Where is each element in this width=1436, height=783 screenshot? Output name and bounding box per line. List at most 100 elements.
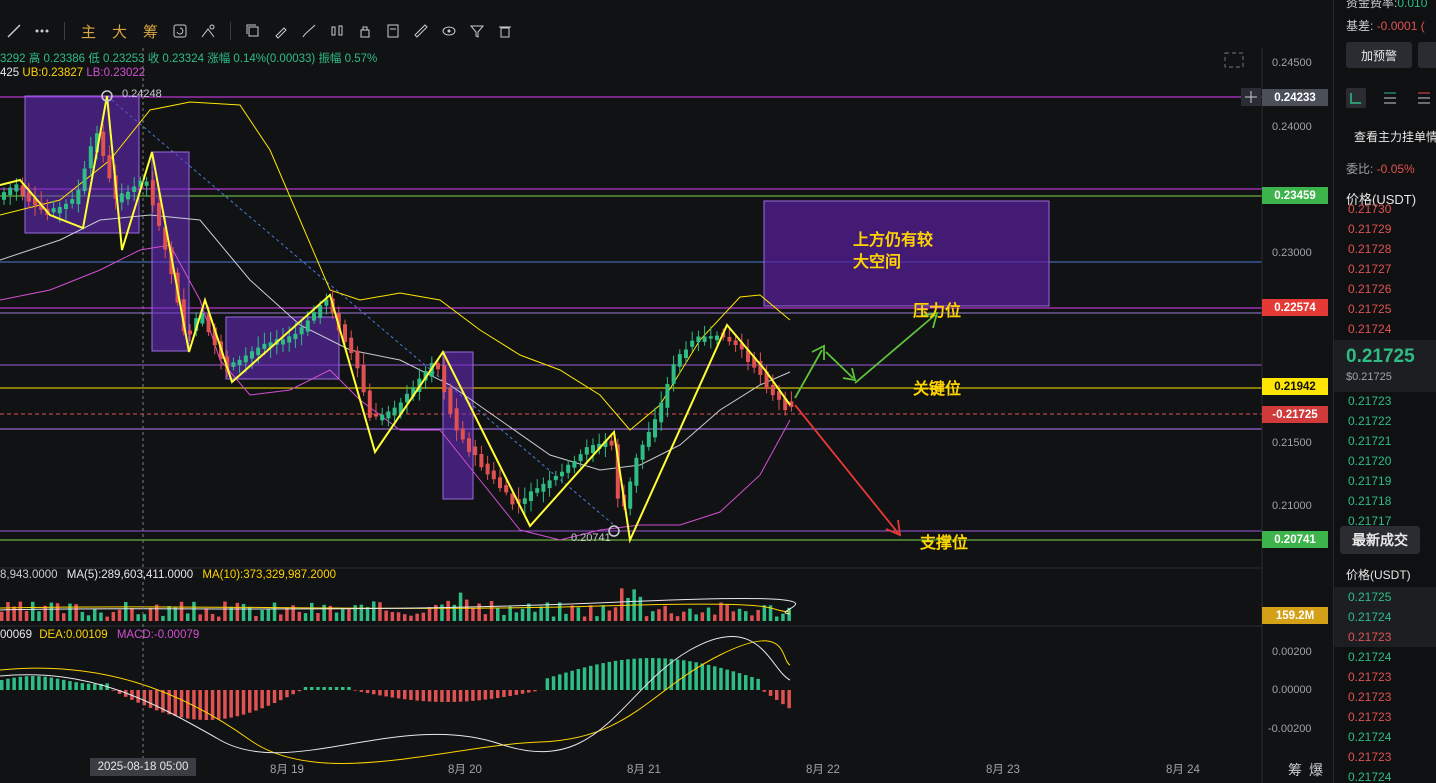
macd-bar xyxy=(768,690,773,696)
order-book-row[interactable]: 0.21724 xyxy=(1348,322,1391,336)
candle-body xyxy=(578,454,583,462)
tab-main[interactable]: 主 xyxy=(81,21,96,42)
line-tool-icon[interactable] xyxy=(3,20,25,42)
x-tick: 8月 24 xyxy=(1166,764,1200,776)
volume-bar xyxy=(762,605,767,621)
macd-bar xyxy=(136,690,140,703)
eye-icon[interactable] xyxy=(438,20,460,42)
more-icon[interactable] xyxy=(31,20,53,42)
volume-bar xyxy=(496,607,500,621)
ruler-icon[interactable] xyxy=(410,20,432,42)
trade-row: 0.21724 xyxy=(1348,730,1392,744)
tab-big[interactable]: 大 xyxy=(112,21,127,42)
macd-bar xyxy=(589,665,593,690)
pen-icon[interactable] xyxy=(270,20,292,42)
order-book-row[interactable]: 0.21719 xyxy=(1348,474,1391,488)
macd-bar xyxy=(520,690,525,694)
bull-arrow-pullback xyxy=(825,351,857,382)
price-tag: -0.21725 xyxy=(1262,406,1328,423)
lock-icon[interactable] xyxy=(354,20,376,42)
refresh-icon[interactable] xyxy=(169,20,191,42)
macd-bar xyxy=(762,690,767,692)
order-book-row[interactable]: 0.21723 xyxy=(1348,394,1391,408)
candle-body xyxy=(57,207,62,214)
macd-bar xyxy=(347,687,351,690)
order-book-row[interactable]: 0.21729 xyxy=(1348,222,1391,236)
annotation-resistance: 压力位 xyxy=(913,303,962,320)
volume-bar xyxy=(706,607,711,621)
view-main-orders-link[interactable]: 查看主力挂单情 xyxy=(1354,128,1436,145)
macd-bar xyxy=(49,677,54,690)
macd-bar xyxy=(0,680,4,690)
more-button[interactable] xyxy=(1418,42,1436,68)
candle-body xyxy=(541,483,546,492)
candle-body xyxy=(82,168,87,192)
candle-body xyxy=(76,189,81,205)
order-book-row[interactable]: 0.21728 xyxy=(1348,242,1391,256)
trash-icon[interactable] xyxy=(494,20,516,42)
macd-bar xyxy=(700,663,705,690)
order-book-row[interactable]: 0.21730 xyxy=(1348,202,1391,216)
y-tick: 0.21000 xyxy=(1272,500,1312,512)
macd-bar xyxy=(31,676,35,690)
volume-bar xyxy=(582,616,587,621)
order-book-row[interactable]: 0.21725 xyxy=(1348,302,1391,316)
volume-bar xyxy=(669,613,674,621)
book-both-icon[interactable] xyxy=(1346,88,1366,108)
candle-body xyxy=(144,181,149,186)
volume-bar xyxy=(254,615,258,621)
candlestick-chart[interactable] xyxy=(0,48,1330,783)
volume-bar xyxy=(737,608,742,621)
book-asks-icon[interactable] xyxy=(1414,88,1434,108)
volume-bar xyxy=(694,614,698,621)
macd-y-tick: -0.00200 xyxy=(1268,723,1312,735)
bollinger-lower xyxy=(0,244,791,541)
tab-chips[interactable]: 筹 xyxy=(143,21,158,42)
price-tag: 0.22574 xyxy=(1262,299,1328,316)
candle-body xyxy=(448,388,453,414)
volume-partial: 8,943.0000 xyxy=(0,569,58,581)
order-book-row[interactable]: 0.21722 xyxy=(1348,414,1391,428)
order-book-row[interactable]: 0.21720 xyxy=(1348,454,1391,468)
volume-bar xyxy=(303,613,308,621)
macd-bar xyxy=(465,690,469,702)
macd-bar xyxy=(173,690,178,717)
liquidation-button[interactable]: 爆 xyxy=(1309,760,1323,780)
macd-bar xyxy=(86,683,91,690)
candle-body xyxy=(702,336,707,342)
macd-bar xyxy=(341,687,345,690)
macd-bar xyxy=(527,690,531,693)
fullscreen-icon[interactable] xyxy=(1224,52,1244,68)
volume-bar xyxy=(223,601,227,621)
brush-icon[interactable] xyxy=(298,20,320,42)
add-line-icon[interactable] xyxy=(1241,88,1261,106)
copy-icon[interactable] xyxy=(242,20,264,42)
order-book-row[interactable]: 0.21721 xyxy=(1348,434,1391,448)
candle-body xyxy=(380,414,385,421)
tab-latest-trades[interactable]: 最新成交 xyxy=(1340,526,1420,554)
volume-bar xyxy=(651,611,655,621)
book-bids-icon[interactable] xyxy=(1380,88,1400,108)
candle-body xyxy=(14,184,19,192)
candles-icon[interactable] xyxy=(326,20,348,42)
candle-body xyxy=(529,491,533,502)
macd-bar xyxy=(279,690,283,701)
macd-bar xyxy=(731,671,736,690)
candle-body xyxy=(157,202,161,226)
macd-bar xyxy=(719,667,723,690)
order-book-row[interactable]: 0.21727 xyxy=(1348,262,1391,276)
macd-bar xyxy=(254,690,258,711)
chips-button[interactable]: 筹 xyxy=(1288,760,1302,780)
volume-info: 8,943.0000 MA(5):289,603,411.0000 MA(10)… xyxy=(0,569,336,581)
candle-body xyxy=(107,155,112,179)
filter-icon[interactable] xyxy=(466,20,488,42)
indicator-icon[interactable] xyxy=(197,20,219,42)
y-tick: 0.24500 xyxy=(1272,57,1312,69)
order-book-row[interactable]: 0.21718 xyxy=(1348,494,1391,508)
volume-bar xyxy=(18,601,23,621)
note-icon[interactable] xyxy=(382,20,404,42)
macd-bar xyxy=(551,676,556,690)
order-book-row[interactable]: 0.21726 xyxy=(1348,282,1391,296)
volume-ma10: MA(10):373,329,987.2000 xyxy=(202,569,336,581)
add-alert-button[interactable]: 加预警 xyxy=(1346,42,1412,68)
